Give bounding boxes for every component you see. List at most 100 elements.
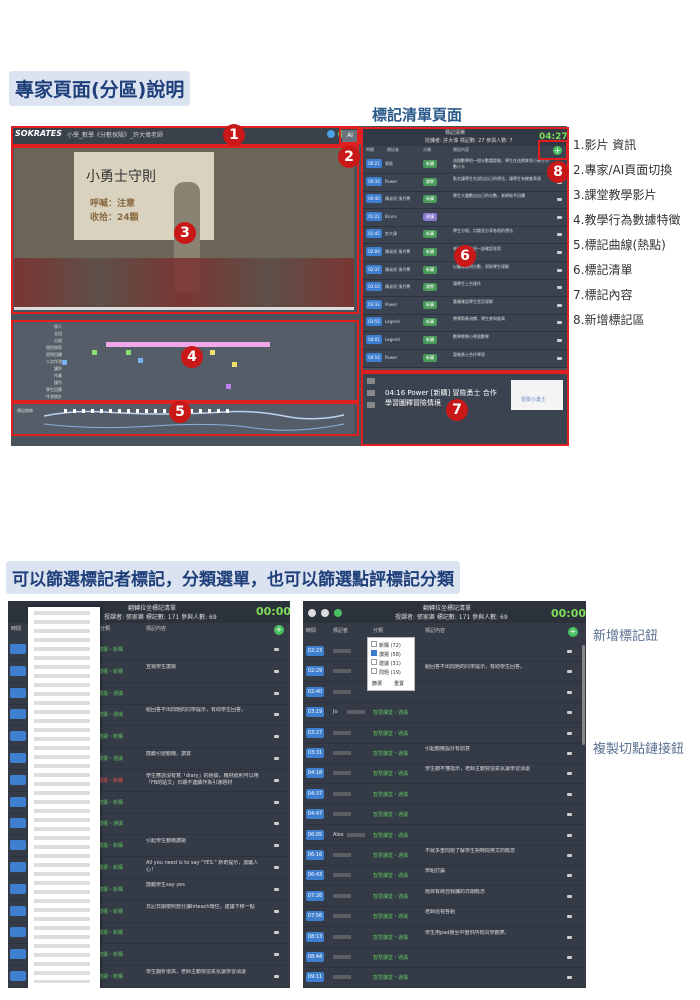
right-icon[interactable] — [334, 609, 342, 617]
more-icon[interactable] — [567, 894, 572, 898]
more-icon[interactable] — [567, 650, 572, 653]
more-icon[interactable] — [567, 670, 572, 674]
scrollbar[interactable] — [582, 645, 585, 745]
more-icon[interactable] — [567, 874, 572, 878]
marker-row[interactable]: 06:43 智慧課堂・通識 學組討論 — [303, 865, 586, 887]
time-button[interactable] — [10, 731, 26, 742]
more-icon[interactable] — [274, 757, 279, 760]
more-icon[interactable] — [274, 953, 279, 957]
marker-row[interactable]: 06:16 智慧課堂・通識 不就多重問題了解學生對時間英文的概念 — [303, 845, 586, 866]
time-button[interactable] — [10, 796, 26, 807]
marker-row[interactable]: 02:40 — [303, 682, 586, 703]
time-button[interactable]: 03:19 — [306, 707, 324, 718]
checkbox-checked-icon[interactable] — [371, 650, 377, 656]
right-icon[interactable] — [308, 609, 316, 617]
more-icon[interactable] — [567, 772, 572, 776]
filter-reset-button[interactable]: 重置 — [394, 680, 404, 687]
category-filter-dropdown[interactable]: 新購 (72) 讚揚 (58) 建議 (31) 問題 (19) 篩選 重置 — [367, 637, 415, 691]
left-add-button[interactable]: + — [274, 625, 284, 635]
marker-row[interactable]: 08:44 智慧課堂・通識 — [303, 947, 586, 968]
time-button[interactable]: 07:26 — [306, 890, 324, 901]
time-button[interactable] — [10, 971, 26, 981]
left-col-time[interactable]: 時間 — [11, 625, 21, 632]
more-icon[interactable] — [274, 669, 279, 673]
right-col-time[interactable]: 時間 — [306, 627, 316, 634]
time-button[interactable] — [10, 840, 26, 851]
marker-row[interactable]: 03:27 智慧課堂・通識 — [303, 723, 586, 744]
time-button[interactable]: 04:47 — [306, 809, 324, 820]
time-button[interactable] — [10, 687, 26, 698]
marker-row[interactable]: 07:56 智慧課堂・通識 老師巡視各組 — [303, 906, 586, 928]
more-icon[interactable] — [274, 800, 279, 804]
right-icon[interactable] — [321, 609, 329, 617]
filter-option[interactable]: 新購 (72) — [371, 641, 401, 649]
more-icon[interactable] — [567, 813, 572, 817]
marker-row[interactable]: 04:47 智慧課堂・通識 — [303, 804, 586, 826]
more-icon[interactable] — [274, 713, 279, 717]
time-button[interactable] — [10, 905, 26, 916]
right-add-button[interactable]: + — [568, 627, 578, 637]
time-button[interactable]: 08:13 — [306, 931, 324, 942]
time-button[interactable]: 07:56 — [306, 911, 324, 922]
marker-row[interactable]: 06:05 Alex 智慧課堂・通識 — [303, 825, 586, 846]
marker-row[interactable]: 08:13 智慧課堂・通識 學生用pad接至中螢供所有同學觀摩。 — [303, 927, 586, 948]
more-icon[interactable] — [274, 822, 279, 826]
marker-row[interactable]: 03:19 Jo 智慧課堂・通識 — [303, 702, 586, 724]
time-button[interactable]: 04:18 — [306, 768, 324, 779]
more-icon[interactable] — [567, 833, 572, 837]
more-icon[interactable] — [567, 915, 572, 919]
more-icon[interactable] — [274, 909, 279, 913]
right-col-category[interactable]: 分類 — [373, 627, 383, 634]
checkbox-icon[interactable] — [371, 668, 377, 674]
time-button[interactable]: 04:37 — [306, 788, 324, 799]
time-button[interactable]: 09:11 — [306, 972, 324, 983]
marker-row[interactable]: 02:29 給回答不出問題的同學提示，有助學生回答。 — [303, 661, 586, 683]
time-button[interactable] — [10, 818, 26, 829]
marker-row[interactable]: 04:18 智慧課堂・通識 學生聽不懂指示，老師主動營造氣氛讓學習消退 — [303, 763, 586, 785]
time-button[interactable]: 08:44 — [306, 952, 324, 962]
more-icon[interactable] — [567, 731, 572, 735]
filter-option[interactable]: 建議 (31) — [371, 659, 401, 667]
time-button[interactable]: 02:40 — [306, 686, 324, 697]
marker-row[interactable]: 02:23 — [303, 641, 586, 662]
time-button[interactable] — [10, 753, 26, 763]
marker-row[interactable]: 07:26 智慧課堂・通識 題目有跨自我課的日期概念 — [303, 886, 586, 907]
marker-row[interactable]: 04:37 智慧課堂・通識 — [303, 784, 586, 805]
left-col-content[interactable]: 標記內容 — [146, 625, 166, 632]
time-button[interactable]: 02:29 — [306, 666, 324, 677]
more-icon[interactable] — [567, 711, 572, 715]
time-button[interactable]: 06:05 — [306, 829, 324, 840]
time-button[interactable] — [10, 883, 26, 894]
time-button[interactable] — [10, 774, 26, 785]
more-icon[interactable] — [274, 866, 279, 869]
right-col-content[interactable]: 標記內容 — [425, 627, 445, 634]
more-icon[interactable] — [567, 956, 572, 959]
more-icon[interactable] — [274, 691, 279, 695]
more-icon[interactable] — [274, 887, 279, 891]
right-col-marker[interactable]: 標記者 — [333, 627, 348, 634]
more-icon[interactable] — [274, 735, 279, 739]
checkbox-icon[interactable] — [371, 641, 377, 647]
filter-apply-button[interactable]: 篩選 — [372, 680, 382, 687]
time-button[interactable] — [10, 927, 26, 938]
marker-filter-dropdown[interactable] — [28, 607, 100, 988]
time-button[interactable] — [10, 709, 26, 720]
more-icon[interactable] — [274, 844, 279, 848]
more-icon[interactable] — [567, 792, 572, 796]
time-button[interactable] — [10, 862, 26, 872]
filter-option[interactable]: 讚揚 (58) — [371, 650, 401, 658]
checkbox-icon[interactable] — [371, 659, 377, 665]
time-button[interactable]: 06:43 — [306, 870, 324, 881]
time-button[interactable] — [10, 644, 26, 654]
more-icon[interactable] — [567, 854, 572, 857]
marker-row[interactable]: 03:31 智慧課堂・通識 引起動機設計有創意 — [303, 743, 586, 764]
left-col-category[interactable]: 分類 — [100, 625, 110, 632]
time-button[interactable] — [10, 949, 26, 960]
more-icon[interactable] — [274, 975, 279, 978]
more-icon[interactable] — [567, 935, 572, 939]
more-icon[interactable] — [567, 690, 572, 694]
more-icon[interactable] — [274, 648, 279, 651]
marker-row[interactable]: 09:11 智慧課堂・通識 — [303, 967, 586, 988]
time-button[interactable]: 02:23 — [306, 646, 324, 656]
more-icon[interactable] — [567, 752, 572, 755]
